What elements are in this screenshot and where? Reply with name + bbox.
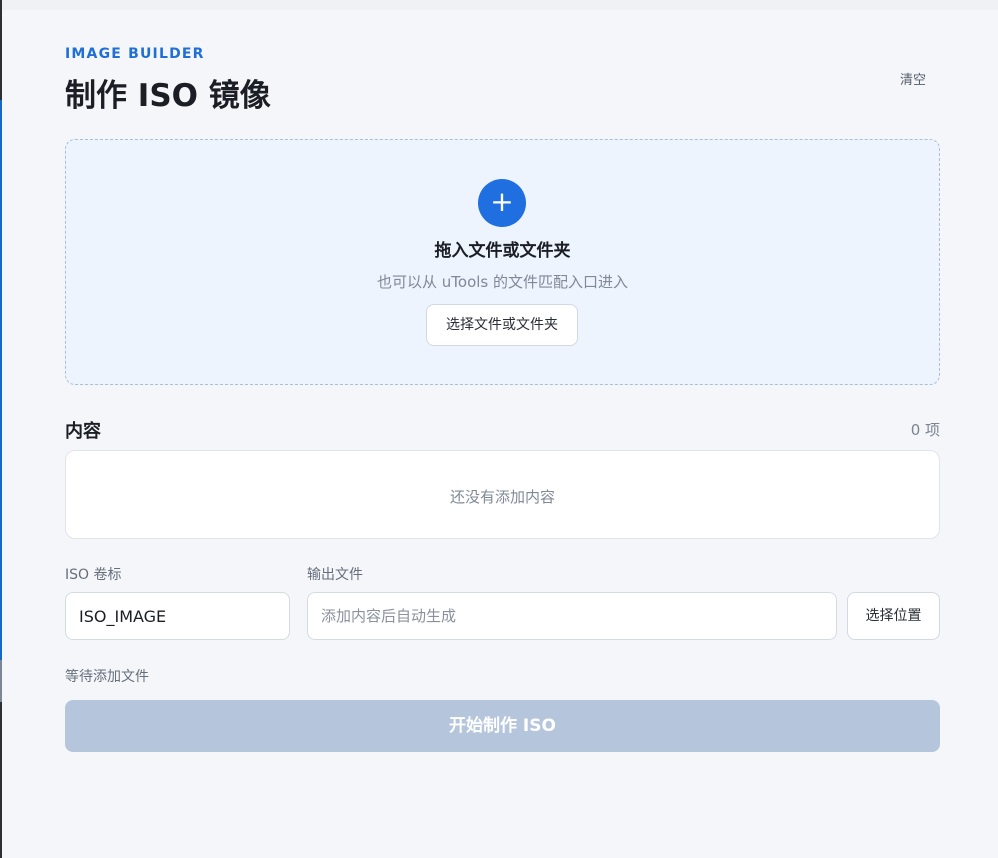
volume-input[interactable] xyxy=(65,592,290,640)
choose-location-button[interactable]: 选择位置 xyxy=(847,592,940,640)
page-title: 制作 ISO 镜像 xyxy=(65,78,271,114)
window-top-strip xyxy=(0,0,998,10)
plus-icon: + xyxy=(478,179,526,227)
dropzone-title: 拖入文件或文件夹 xyxy=(434,241,571,261)
content-heading: 内容 xyxy=(65,421,101,442)
output-file-input[interactable] xyxy=(307,592,837,640)
left-edge-accent xyxy=(0,100,2,660)
content-count: 0 项 xyxy=(910,421,940,439)
status-text: 等待添加文件 xyxy=(65,669,149,685)
eyebrow-label: IMAGE BUILDER xyxy=(65,46,205,62)
clear-button[interactable]: 清空 xyxy=(900,69,926,88)
dropzone-subtitle: 也可以从 uTools 的文件匹配入口进入 xyxy=(377,273,628,291)
content-list: 还没有添加内容 xyxy=(65,450,940,539)
left-edge-segment xyxy=(0,660,2,702)
select-files-button[interactable]: 选择文件或文件夹 xyxy=(426,304,578,346)
start-build-button[interactable]: 开始制作 ISO xyxy=(65,700,940,752)
output-file-label: 输出文件 xyxy=(307,567,363,583)
file-dropzone[interactable]: + 拖入文件或文件夹 也可以从 uTools 的文件匹配入口进入 选择文件或文件… xyxy=(65,139,940,385)
volume-label: ISO 卷标 xyxy=(65,567,122,583)
window-left-edge xyxy=(0,0,2,858)
content-empty-message: 还没有添加内容 xyxy=(449,488,555,506)
